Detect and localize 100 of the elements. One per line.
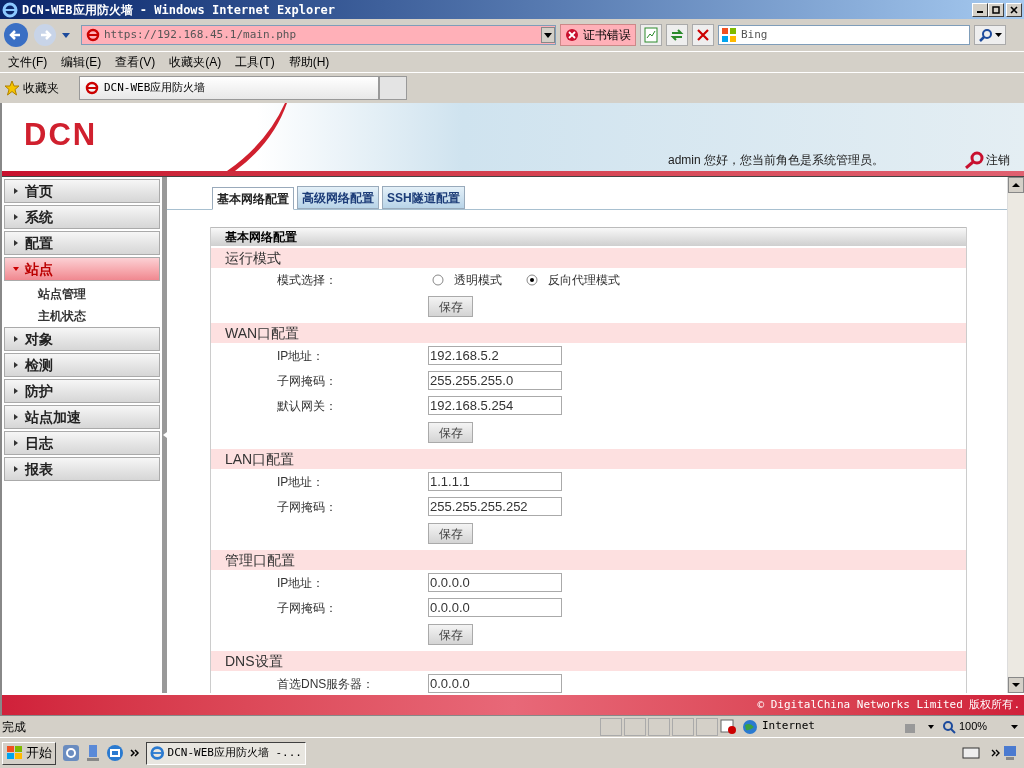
- ie-page-icon: [84, 80, 100, 96]
- back-icon[interactable]: [3, 22, 29, 48]
- sidebar-item[interactable]: 首页: [4, 179, 160, 203]
- field-label: 子网掩码：: [276, 498, 338, 516]
- keyboard-icon[interactable]: [962, 747, 980, 759]
- search-button[interactable]: [974, 25, 1006, 45]
- ie-icon: [150, 745, 165, 761]
- tab-title: DCN-WEB应用防火墙: [104, 79, 206, 96]
- caret-icon[interactable]: [61, 31, 71, 39]
- sidebar-item[interactable]: 报表: [4, 457, 160, 481]
- radio-option[interactable]: 透明模式: [432, 271, 502, 289]
- radio-option[interactable]: 反向代理模式: [526, 271, 620, 289]
- input-field[interactable]: 192.168.5.254: [428, 396, 562, 415]
- dropdown-button[interactable]: [541, 27, 555, 43]
- logout-link[interactable]: 注销: [964, 151, 1010, 169]
- menu-item[interactable]: 工具(T): [235, 53, 275, 71]
- favorites-button[interactable]: 收藏夹: [4, 79, 59, 97]
- caret-left-icon: [162, 432, 167, 438]
- status-pane: [672, 717, 694, 736]
- scroll-up-icon[interactable]: [1008, 177, 1024, 193]
- sidebar-item[interactable]: 防护: [4, 379, 160, 403]
- certificate-error-button[interactable]: 证书错误: [560, 24, 636, 46]
- field-label: 模式选择：: [276, 272, 338, 289]
- input-field[interactable]: 192.168.5.2: [428, 346, 562, 365]
- search-input[interactable]: Bing: [741, 26, 961, 44]
- status-pane: [696, 717, 718, 736]
- sidebar-item[interactable]: 配置: [4, 231, 160, 255]
- zoom-button[interactable]: 100%: [942, 718, 1018, 735]
- caret-right-icon: [13, 362, 19, 368]
- input-field[interactable]: 0.0.0.0: [428, 598, 562, 617]
- input-field[interactable]: 255.255.255.252: [428, 497, 562, 516]
- status-pane: [624, 717, 646, 736]
- menu-item[interactable]: 编辑(E): [61, 53, 102, 71]
- save-button[interactable]: 保存: [428, 296, 473, 317]
- compatibility-icon: [642, 26, 660, 44]
- chevron-icon[interactable]: [130, 748, 140, 758]
- menu-item[interactable]: 帮助(H): [288, 53, 330, 71]
- stop-button[interactable]: [692, 24, 714, 46]
- minimize-button[interactable]: [972, 2, 988, 17]
- search-field[interactable]: Bing: [718, 25, 970, 45]
- sidebar-item[interactable]: 系统: [4, 205, 160, 229]
- menu-item[interactable]: 收藏夹(A): [169, 53, 222, 71]
- input-field[interactable]: 1.1.1.1: [428, 472, 562, 491]
- radio-button[interactable]: [526, 274, 538, 286]
- sidebar-item-label: 防护: [25, 381, 53, 401]
- bing-icon: [721, 27, 737, 43]
- compatibility-button[interactable]: [640, 24, 662, 46]
- close-icon: [1010, 5, 1018, 14]
- sidebar-item-label: 检测: [25, 355, 53, 375]
- status-pane: [648, 717, 670, 736]
- save-button[interactable]: 保存: [428, 422, 473, 443]
- zone-text: Internet: [762, 718, 815, 735]
- start-button[interactable]: 开始: [2, 741, 56, 765]
- sidebar-subitem[interactable]: 主机状态: [2, 305, 162, 327]
- address-text: https://192.168.45.1/main.php: [104, 26, 298, 43]
- sidebar-item[interactable]: 对象: [4, 327, 160, 351]
- zoom-level: 100%: [959, 719, 989, 735]
- copyright-text: © DigitalChina Networks Limited 版权所有.: [757, 696, 1020, 713]
- field-label: 首选DNS服务器：: [276, 675, 376, 693]
- sidebar-subitem[interactable]: 站点管理: [2, 283, 162, 305]
- input-field[interactable]: 255.255.255.0: [428, 371, 562, 390]
- caret-icon: [544, 32, 552, 38]
- radio-button[interactable]: [432, 274, 444, 286]
- save-button[interactable]: 保存: [428, 523, 473, 544]
- menu-item[interactable]: 查看(V): [115, 53, 156, 71]
- browser-tab[interactable]: DCN-WEB应用防火墙: [79, 76, 379, 100]
- sidebar-item-label: 站点加速: [25, 407, 81, 427]
- input-field[interactable]: 0.0.0.0: [428, 674, 562, 693]
- blocked-icon: [720, 718, 738, 735]
- sidebar-item[interactable]: 检测: [4, 353, 160, 377]
- close-button[interactable]: [1006, 2, 1022, 17]
- status-pane: [600, 717, 622, 736]
- search-icon: [978, 28, 993, 42]
- sidebar-item-label: 站点: [25, 259, 53, 279]
- scroll-down-icon[interactable]: [1008, 677, 1024, 693]
- caret-right-icon: [13, 214, 19, 220]
- sidebar-item[interactable]: 站点加速: [4, 405, 160, 429]
- tab[interactable]: 高级网络配置: [297, 186, 379, 209]
- caret-right-icon: [13, 336, 19, 342]
- sidebar-item-label: 对象: [25, 329, 53, 349]
- maximize-icon: [992, 5, 1000, 14]
- refresh-button[interactable]: [666, 24, 688, 46]
- logo: DCN: [24, 119, 98, 150]
- sidebar-item[interactable]: 站点: [4, 257, 160, 281]
- sidebar-item-label: 系统: [25, 207, 53, 227]
- tab[interactable]: SSH隧道配置: [382, 186, 465, 209]
- caret-right-icon: [13, 466, 19, 472]
- caret-right-icon: [13, 440, 19, 446]
- maximize-button[interactable]: [988, 2, 1004, 17]
- taskbar-window-button[interactable]: DCN-WEB应用防火墙 -...: [146, 741, 306, 765]
- taskbar-window-title: DCN-WEB应用防火墙 -...: [167, 744, 302, 761]
- sidebar-item[interactable]: 日志: [4, 431, 160, 455]
- zoom-icon: [942, 719, 956, 734]
- menu-item[interactable]: 文件(F): [8, 53, 48, 71]
- save-button[interactable]: 保存: [428, 624, 473, 645]
- input-field[interactable]: 0.0.0.0: [428, 573, 562, 592]
- address-field[interactable]: https://192.168.45.1/main.php: [81, 25, 556, 45]
- ie-icon[interactable]: [62, 744, 80, 762]
- tab[interactable]: 基本网络配置: [212, 187, 294, 210]
- section-header: LAN口配置: [211, 449, 966, 469]
